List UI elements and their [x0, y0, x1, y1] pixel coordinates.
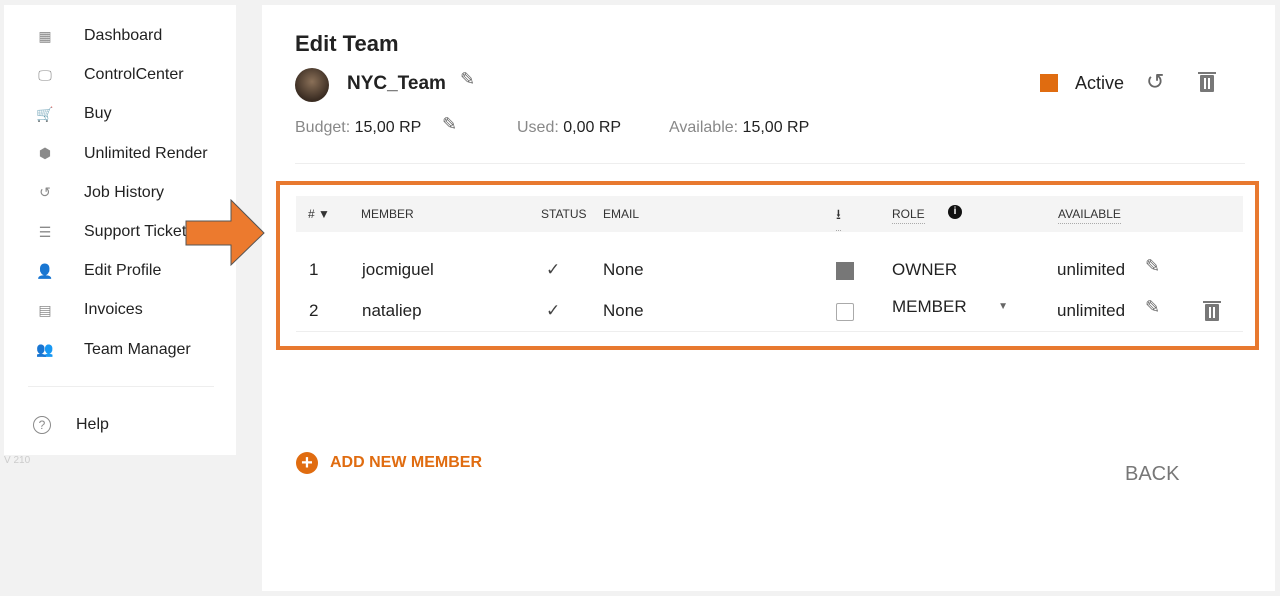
available-info: Available: 15,00 RP [669, 119, 810, 136]
table-bottom-line [296, 331, 1243, 332]
member-available: unlimited [1057, 260, 1126, 279]
table-header: # ▼ MEMBER STATUS EMAIL ⭳ ROLE i AVAILAB… [296, 196, 1243, 232]
team-name: NYC_Team [347, 73, 446, 94]
status-color-swatch[interactable] [1040, 74, 1058, 92]
annotation-arrow [185, 199, 265, 267]
row-number: 2 [309, 301, 319, 320]
version-label: V 210 [4, 455, 31, 466]
table-row: 2 nataliep ✓ None MEMBER ▼ unlimited ✎ [296, 291, 1243, 331]
status-check-icon: ✓ [546, 301, 561, 320]
role-select[interactable]: MEMBER ▼ [892, 297, 1008, 317]
add-new-member-button[interactable]: + ADD NEW MEMBER [296, 452, 482, 474]
edit-budget-icon[interactable]: ✎ [442, 114, 457, 135]
table-row: 1 jocmiguel ✓ None OWNER unlimited ✎ [296, 250, 1243, 290]
dashboard-icon: ▦ [38, 27, 52, 44]
history-icon[interactable]: ↺ [1146, 69, 1164, 95]
trash-icon [1198, 72, 1216, 92]
sidebar-item-team-manager[interactable]: 👥 Team Manager [4, 335, 236, 365]
header-status: STATUS [541, 207, 587, 221]
plus-circle-icon: + [296, 452, 318, 474]
page-title: Edit Team [295, 31, 399, 56]
header-role: ROLE [892, 207, 925, 224]
budget-info: Budget: 15,00 RP [295, 119, 422, 136]
history-icon: ↺ [39, 184, 51, 201]
status-check-icon: ✓ [546, 260, 561, 279]
info-icon[interactable]: i [948, 205, 962, 219]
download-icon[interactable]: ⭳ [836, 204, 841, 231]
edit-available-icon[interactable]: ✎ [1145, 297, 1160, 318]
edit-team-name-icon[interactable]: ✎ [460, 69, 475, 90]
divider [295, 163, 1245, 164]
receipt-icon: ▤ [38, 301, 52, 318]
row-number: 1 [309, 260, 319, 279]
sidebar-item-invoices[interactable]: ▤ Invoices [4, 295, 236, 325]
delete-team-button[interactable] [1198, 72, 1216, 97]
trash-icon [1203, 301, 1221, 321]
monitor-icon: 🖵 [38, 66, 52, 83]
used-info: Used: 0,00 RP [517, 119, 622, 136]
members-table: # ▼ MEMBER STATUS EMAIL ⭳ ROLE i AVAILAB… [276, 181, 1259, 350]
sidebar-item-help[interactable]: ? Help [4, 410, 236, 440]
member-name: jocmiguel [362, 260, 434, 279]
sidebar-item-buy[interactable]: 🛒 Buy [4, 99, 236, 129]
header-member: MEMBER [361, 207, 414, 221]
status-label: Active [1075, 73, 1125, 93]
sidebar-divider [28, 386, 214, 387]
sidebar-item-controlcenter[interactable]: 🖵 ControlCenter [4, 60, 236, 90]
sort-number-header[interactable]: # ▼ [308, 207, 330, 221]
member-email: None [603, 301, 644, 320]
help-icon: ? [33, 416, 51, 434]
cube-icon: ⬢ [38, 145, 52, 162]
dropdown-arrow-icon: ▼ [998, 301, 1008, 312]
edit-available-icon[interactable]: ✎ [1145, 256, 1160, 277]
header-available: AVAILABLE [1058, 207, 1121, 224]
sidebar-item-dashboard[interactable]: ▦ Dashboard [4, 21, 236, 51]
sort-down-icon: ▼ [318, 207, 330, 221]
member-email: None [603, 260, 644, 279]
header-email: EMAIL [603, 207, 640, 221]
member-available: unlimited [1057, 301, 1126, 320]
user-edit-icon: 👤 [36, 262, 54, 279]
cart-icon: 🛒 [36, 105, 54, 122]
team-avatar[interactable] [295, 68, 329, 102]
team-icon: 👥 [36, 341, 54, 358]
remove-member-button[interactable] [1203, 301, 1221, 326]
role-label: OWNER [892, 260, 958, 279]
sidebar-item-unlimited-render[interactable]: ⬢ Unlimited Render [4, 139, 236, 169]
download-checkbox[interactable] [836, 303, 854, 321]
back-button[interactable]: BACK [1125, 463, 1179, 486]
member-name: nataliep [362, 301, 422, 320]
download-checkbox[interactable] [836, 262, 854, 280]
checklist-icon: ☰ [38, 223, 52, 240]
